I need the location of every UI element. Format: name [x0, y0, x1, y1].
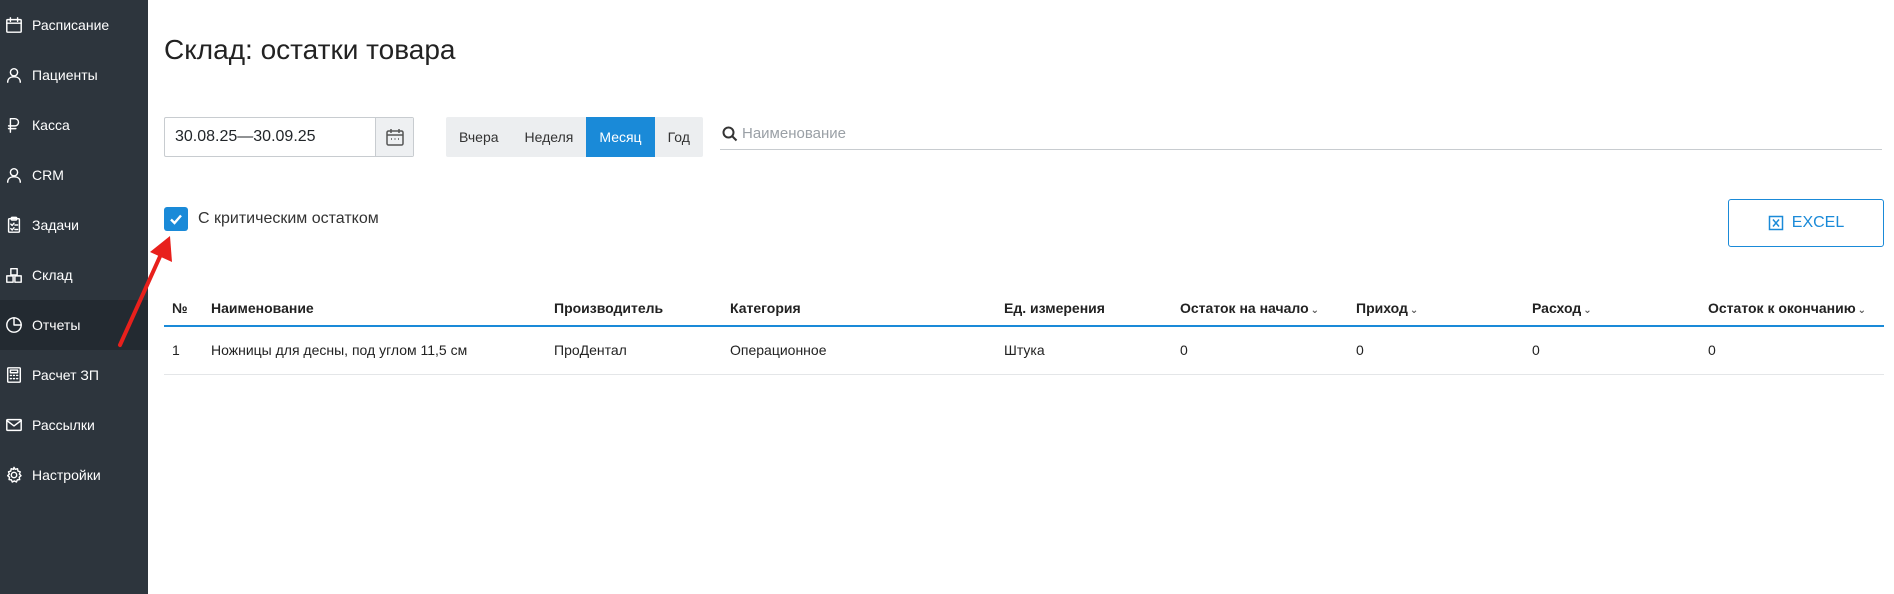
calculator-icon	[4, 365, 24, 385]
cell-name: Ножницы для десны, под углом 11,5 см	[203, 326, 546, 375]
critical-stock-checkbox[interactable]	[164, 207, 188, 231]
table-row[interactable]: 1 Ножницы для десны, под углом 11,5 см П…	[164, 326, 1884, 375]
calendar-button[interactable]	[375, 118, 413, 156]
cell-category: Операционное	[722, 326, 996, 375]
sidebar-item-label: Рассылки	[32, 417, 95, 433]
column-header-category: Категория	[722, 290, 996, 327]
column-header-unit: Ед. измерения	[996, 290, 1172, 327]
sidebar-item-tasks[interactable]: Задачи	[0, 200, 148, 250]
sidebar-item-settings[interactable]: Настройки	[0, 450, 148, 500]
table-header-row: № Наименование Производитель Категория Е…	[164, 290, 1884, 327]
chevron-down-icon: ⌄	[1583, 304, 1592, 316]
excel-export-label: EXCEL	[1791, 214, 1845, 231]
period-year-button[interactable]: Год	[655, 117, 703, 157]
cell-opening-balance: 0	[1172, 326, 1348, 375]
cell-manufacturer: ПроДентал	[546, 326, 722, 375]
period-selector: Вчера Неделя Месяц Год	[446, 117, 703, 157]
calendar-icon	[4, 15, 24, 35]
stock-table: № Наименование Производитель Категория Е…	[164, 290, 1884, 375]
sidebar-item-label: Расчет ЗП	[32, 367, 99, 383]
sidebar-item-reports[interactable]: Отчеты	[0, 300, 148, 350]
sidebar-item-warehouse[interactable]: Склад	[0, 250, 148, 300]
sidebar-item-label: Отчеты	[32, 317, 81, 333]
sidebar-item-cashbox[interactable]: Касса	[0, 100, 148, 150]
period-yesterday-button[interactable]: Вчера	[446, 117, 512, 157]
chevron-down-icon: ⌄	[1409, 304, 1419, 316]
sidebar-item-schedule[interactable]: Расписание	[0, 0, 148, 50]
cell-unit: Штука	[996, 326, 1172, 375]
column-header-expense[interactable]: Расход ⌄	[1524, 290, 1700, 327]
main-content: Склад: остатки товара 30.08.25—30.09.25 …	[148, 0, 1894, 594]
search-icon	[722, 126, 738, 141]
sidebar-item-label: Склад	[32, 267, 73, 283]
cell-closing-balance: 0	[1700, 326, 1884, 375]
cell-number: 1	[164, 326, 203, 375]
calendar-icon	[385, 129, 404, 146]
ruble-icon	[4, 115, 24, 135]
page-title: Склад: остатки товара	[164, 34, 456, 65]
sidebar-item-label: Пациенты	[32, 67, 98, 83]
gear-icon	[4, 465, 24, 485]
sidebar-item-label: Касса	[32, 117, 70, 133]
critical-stock-filter: С критическим остатком	[164, 207, 379, 231]
critical-stock-label[interactable]: С критическим остатком	[198, 210, 379, 228]
search-input[interactable]	[742, 125, 1882, 142]
sidebar-item-label: Настройки	[32, 467, 101, 483]
search-field	[720, 118, 1882, 150]
column-header-income[interactable]: Приход ⌄	[1348, 290, 1524, 327]
column-header-name: Наименование	[203, 290, 546, 327]
column-header-manufacturer: Производитель	[546, 290, 722, 327]
date-range-picker[interactable]: 30.08.25—30.09.25	[164, 117, 414, 157]
sidebar: Расписание Пациенты Касса CRM Задачи Скл…	[0, 0, 148, 594]
chevron-down-icon: ⌄	[1310, 304, 1320, 316]
mail-icon	[4, 415, 24, 435]
user-icon	[4, 65, 24, 85]
excel-export-button[interactable]: EXCEL	[1728, 199, 1884, 247]
sidebar-item-mailings[interactable]: Рассылки	[0, 400, 148, 450]
date-range-value[interactable]: 30.08.25—30.09.25	[165, 128, 375, 146]
sidebar-item-label: Задачи	[32, 217, 80, 233]
sidebar-item-payroll[interactable]: Расчет ЗП	[0, 350, 148, 400]
checkmark-icon	[170, 214, 182, 225]
sidebar-item-label: Расписание	[32, 17, 110, 33]
cell-income: 0	[1348, 326, 1524, 375]
cell-expense: 0	[1524, 326, 1700, 375]
column-header-opening-balance[interactable]: Остаток на начало ⌄	[1172, 290, 1348, 327]
pie-chart-icon	[4, 315, 24, 335]
sidebar-item-crm[interactable]: CRM	[0, 150, 148, 200]
excel-icon	[1768, 215, 1784, 231]
app-window: Расписание Пациенты Касса CRM Задачи Скл…	[0, 0, 1894, 594]
sidebar-item-label: CRM	[32, 167, 64, 183]
clipboard-icon	[4, 215, 24, 235]
user-icon	[4, 165, 24, 185]
period-week-button[interactable]: Неделя	[512, 117, 587, 157]
period-month-button[interactable]: Месяц	[586, 117, 655, 157]
boxes-icon	[4, 265, 24, 285]
column-header-number: №	[164, 290, 203, 327]
chevron-down-icon: ⌄	[1857, 304, 1867, 316]
sidebar-item-patients[interactable]: Пациенты	[0, 50, 148, 100]
column-header-closing-balance[interactable]: Остаток к окончанию ⌄	[1700, 290, 1884, 327]
